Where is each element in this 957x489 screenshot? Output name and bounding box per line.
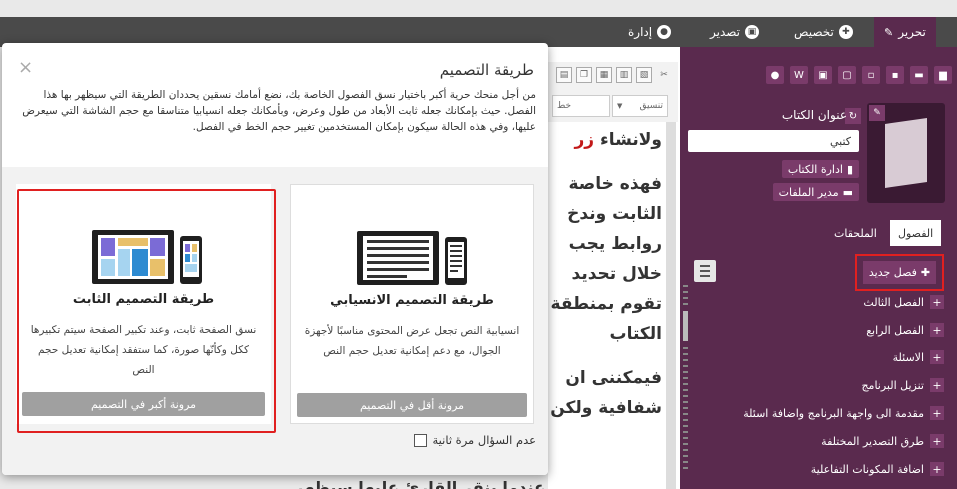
chapter-label: طرق التصدير المختلفة xyxy=(821,434,924,448)
segment-chapters-label: الفصول xyxy=(898,226,934,240)
refresh-icon[interactable]: ↻ xyxy=(845,108,861,124)
editor-text-para2: فهذه خاصة الثابت وندخ روابط يجب خلال تحد… xyxy=(550,174,662,344)
plus-icon[interactable]: + xyxy=(930,406,944,420)
doc-icon[interactable]: ▤ xyxy=(556,67,572,83)
close-icon[interactable]: × xyxy=(18,57,33,78)
format-select-label: تنسيق xyxy=(639,101,663,111)
new-chapter-button[interactable]: ✚ فصل جديد xyxy=(862,261,937,284)
plus-icon[interactable]: + xyxy=(930,378,944,392)
tab-customize-label: تخصيص xyxy=(794,25,834,39)
chapter-item[interactable]: + طرق التصدير المختلفة xyxy=(821,433,944,449)
chapter-label: تنزيل البرنامج xyxy=(861,378,924,392)
fixed-design-highlight xyxy=(17,189,276,433)
font-select[interactable]: خط xyxy=(552,95,610,117)
editor-text-para3: فيمكننى ان شفافية ولكن xyxy=(550,368,662,418)
save-icon[interactable]: ▪ xyxy=(886,66,904,84)
chapter-item[interactable]: + الفصل الرابع xyxy=(866,322,944,338)
wrench-icon: ✚ xyxy=(838,25,853,39)
export-icon: ▣ xyxy=(745,25,760,39)
plus-icon[interactable]: + xyxy=(930,350,944,364)
plus-icon[interactable]: + xyxy=(930,434,944,448)
editor-text: ولانشاء زر فهذه خاصة الثابت وندخ روابط ي… xyxy=(548,125,666,437)
chapter-list-scrollbar[interactable] xyxy=(683,285,688,485)
edit-cover-icon[interactable]: ✎ xyxy=(869,105,885,121)
dialog-title: طريقة التصميم xyxy=(439,61,534,79)
new-file-icon[interactable]: ▆ xyxy=(934,66,952,84)
hamburger-menu-icon[interactable] xyxy=(694,260,716,282)
book-icon: ▮ xyxy=(846,162,853,176)
design-mode-dialog: طريقة التصميم × من أجل منحك حرية أكبر با… xyxy=(2,43,548,475)
segment-chapters[interactable]: الفصول xyxy=(890,220,942,246)
plus-icon[interactable]: + xyxy=(930,462,944,476)
book-cover-thumbnail[interactable]: ✎ xyxy=(867,103,945,203)
file-manager-button[interactable]: ▬ مدير الملفات xyxy=(772,183,859,201)
segment-attachments-label: الملحقات xyxy=(834,226,877,240)
dialog-description: من أجل منحك حرية أكبر باختيار نسق الفصول… xyxy=(22,89,536,133)
manage-book-label: ادارة الكتاب xyxy=(787,162,843,176)
file-manager-label: مدير الملفات xyxy=(778,185,839,199)
book-cover-image xyxy=(885,118,927,188)
tab-edit[interactable]: تحرير ✎ xyxy=(874,17,936,47)
clipboard-icon[interactable]: ▥ xyxy=(616,67,632,83)
user-icon: ● xyxy=(657,25,672,39)
book-title-label: عنوان الكتاب xyxy=(781,108,847,122)
responsive-design-title: طريقة التصميم الانسيابي xyxy=(330,293,494,308)
save-as-icon[interactable]: ▫ xyxy=(862,66,880,84)
tab-export[interactable]: ▣ تصدير xyxy=(710,17,760,47)
responsive-design-desc: انسيابية النص تجعل عرض المحتوى مناسبًا ل… xyxy=(304,325,520,357)
chapter-label: مقدمة الى واجهة البرنامج واضافة اسئلة xyxy=(743,406,924,420)
dont-ask-checkbox[interactable] xyxy=(414,433,428,447)
chapter-item[interactable]: + الاسئلة xyxy=(893,349,944,365)
format-icon[interactable]: ▧ xyxy=(636,67,652,83)
new-chapter-highlight: ✚ فصل جديد xyxy=(855,254,944,291)
editor-scrollbar[interactable] xyxy=(666,122,676,489)
paste-icon[interactable]: ▦ xyxy=(596,67,612,83)
chapter-label: الفصل الرابع xyxy=(866,323,924,337)
tab-manage-label: إدارة xyxy=(628,25,653,39)
plus-icon[interactable]: + xyxy=(930,323,944,337)
chapter-item[interactable]: + الفصل الثالث xyxy=(863,294,944,310)
pencil-icon: ✎ xyxy=(884,25,894,39)
folder-open-icon: ▬ xyxy=(842,185,853,199)
word-icon[interactable]: W xyxy=(790,66,808,84)
chapter-item[interactable]: + مقدمة الى واجهة البرنامج واضافة اسئلة xyxy=(743,405,944,421)
editor-text-line1: ولانشاء xyxy=(600,130,662,150)
tab-export-label: تصدير xyxy=(710,25,741,39)
plus-icon: ✚ xyxy=(920,266,931,279)
responsive-design-card[interactable]: طريقة التصميم الانسيابي انسيابية النص تج… xyxy=(290,184,534,424)
editor-red-text: زر xyxy=(574,130,595,150)
file-export-icon[interactable]: ▣ xyxy=(814,66,832,84)
responsive-layout-icon xyxy=(357,231,467,285)
chapter-item[interactable]: + تنزيل البرنامج xyxy=(861,377,944,393)
editor-icon-row: ▤ ❐ ▦ ▥ ▧ ✂ xyxy=(556,67,672,83)
book-title-value: كتبي xyxy=(829,134,851,148)
dont-ask-again[interactable]: عدم السؤال مرة ثانية xyxy=(414,433,536,447)
new-chapter-label: فصل جديد xyxy=(868,266,917,279)
tab-edit-label: تحرير xyxy=(898,25,926,39)
chapter-label: الفصل الثالث xyxy=(863,295,924,309)
tab-manage[interactable]: ● إدارة xyxy=(628,17,672,47)
chapter-label: اضافة المكونات التفاعلية xyxy=(810,462,924,476)
format-select[interactable]: ▼ تنسيق xyxy=(612,95,668,117)
plus-icon[interactable]: + xyxy=(930,295,944,309)
responsive-design-button[interactable]: مرونة أقل في التصميم xyxy=(297,393,527,417)
pdf-icon[interactable]: ▢ xyxy=(838,66,856,84)
font-select-label: خط xyxy=(557,101,572,111)
dont-ask-label: عدم السؤال مرة ثانية xyxy=(432,433,536,447)
segment-attachments[interactable]: الملحقات xyxy=(826,220,885,246)
tab-customize[interactable]: ✚ تخصيص xyxy=(794,17,853,47)
bottom-overflow-text: عندما ينقر القارئ عليها سيظهر الرسالة له xyxy=(294,478,545,489)
globe-icon[interactable]: ● xyxy=(766,66,784,84)
chapter-label: الاسئلة xyxy=(892,350,924,364)
chapter-item[interactable]: + اضافة المكونات التفاعلية xyxy=(811,461,944,477)
copy-icon[interactable]: ❐ xyxy=(576,67,592,83)
cut-icon[interactable]: ✂ xyxy=(656,67,672,83)
manage-book-button[interactable]: ▮ ادارة الكتاب xyxy=(781,160,859,178)
book-title-input[interactable]: كتبي xyxy=(688,130,859,152)
folder-icon[interactable]: ▬ xyxy=(910,66,928,84)
sidebar-toolbar: ▆ ▬ ▪ ▫ ▢ ▣ W ● xyxy=(690,66,952,90)
top-strip xyxy=(0,0,957,17)
chevron-down-icon: ▼ xyxy=(617,102,623,110)
